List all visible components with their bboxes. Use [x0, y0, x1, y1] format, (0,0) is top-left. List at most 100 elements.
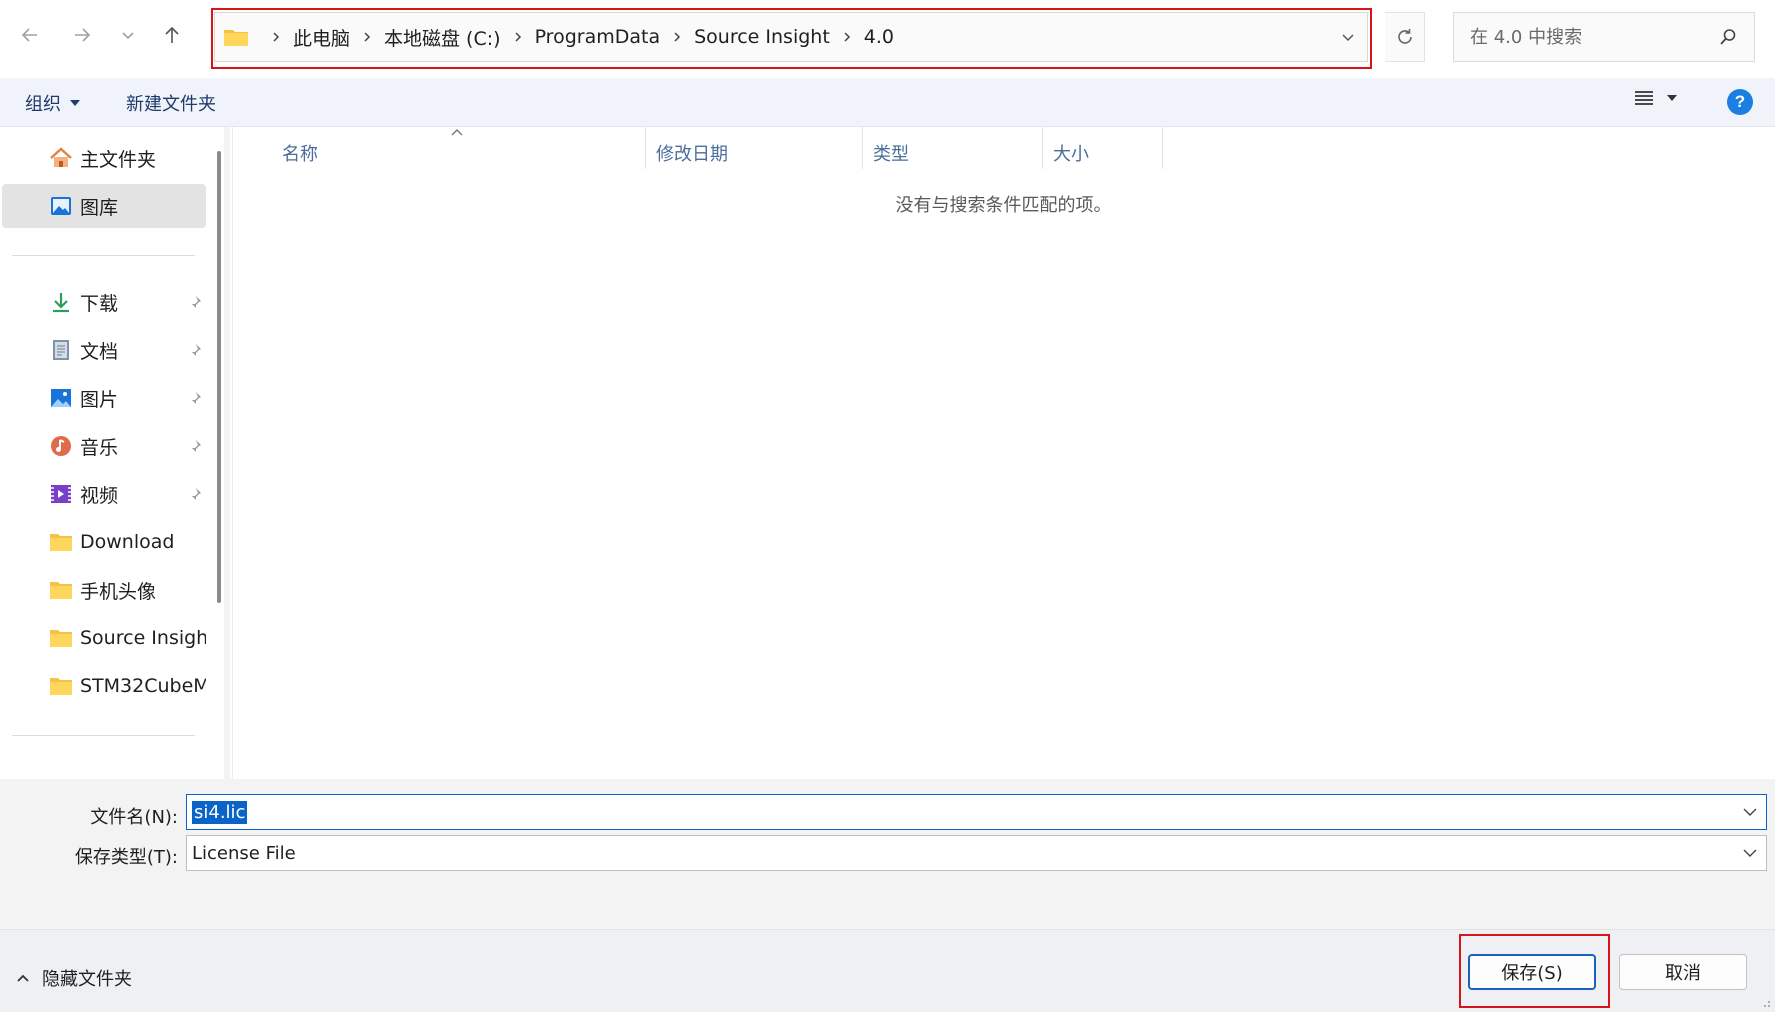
address-bar[interactable]: 此电脑 本地磁盘 (C:) ProgramData Source Insight…	[214, 12, 1368, 62]
sidebar-item-gallery[interactable]: 图库	[2, 184, 206, 228]
breadcrumb-separator	[672, 31, 682, 43]
filetype-label: 保存类型(T):	[74, 847, 178, 868]
chevron-down-icon	[122, 32, 134, 40]
filename-field[interactable]: si4.lic	[186, 794, 1767, 830]
breadcrumb-programdata[interactable]: ProgramData	[535, 26, 661, 48]
column-header-label: 名称	[282, 144, 318, 165]
caret-down-icon	[1667, 95, 1677, 101]
navigation-bar: 此电脑 本地磁盘 (C:) ProgramData Source Insight…	[0, 0, 1775, 78]
sidebar-item-label: 图库	[80, 196, 119, 219]
folder-icon	[50, 678, 72, 695]
column-header-label: 修改日期	[656, 144, 728, 165]
organize-menu[interactable]: 组织	[25, 90, 81, 116]
chevron-down-icon[interactable]	[1742, 848, 1758, 858]
sidebar-item-videos[interactable]: 视频	[2, 472, 206, 516]
file-list-pane: 名称 修改日期 类型 大小 没有与搜索条件匹配的项。	[232, 127, 1775, 779]
pane-divider	[232, 127, 233, 779]
folder-icon	[50, 534, 72, 551]
arrow-up-icon	[165, 26, 179, 43]
search-input[interactable]	[1468, 25, 1708, 49]
folder-icon	[50, 630, 72, 647]
chevron-up-icon	[17, 974, 29, 982]
sidebar-item-label: 图片	[80, 388, 119, 411]
arrow-right-icon	[75, 28, 91, 42]
pin-icon[interactable]	[188, 295, 202, 309]
column-separator[interactable]	[1162, 127, 1163, 169]
filetype-value: License File	[192, 842, 296, 864]
empty-list-message: 没有与搜索条件匹配的项。	[895, 195, 1112, 216]
sidebar-item-phone-avatar[interactable]: 手机头像	[2, 568, 206, 612]
caret-down-icon	[70, 100, 80, 106]
pin-icon[interactable]	[188, 391, 202, 405]
cancel-button[interactable]: 取消	[1619, 954, 1747, 990]
sidebar-scrollbar[interactable]	[217, 151, 221, 603]
column-header-label: 类型	[873, 144, 909, 165]
folder-icon	[224, 30, 248, 46]
music-icon	[51, 436, 71, 456]
breadcrumb-this-pc[interactable]: 此电脑	[293, 24, 350, 51]
sidebar-item-label: 视频	[80, 484, 119, 507]
sidebar-item-download-folder[interactable]: Download	[2, 520, 206, 564]
new-folder-button[interactable]: 新建文件夹	[126, 90, 216, 116]
column-header-name[interactable]: 名称	[272, 135, 672, 171]
pin-icon[interactable]	[188, 487, 202, 501]
refresh-icon	[1397, 29, 1412, 44]
sidebar-item-label: 下载	[80, 292, 119, 315]
refresh-button[interactable]	[1385, 12, 1425, 62]
save-button[interactable]: 保存(S)	[1468, 954, 1596, 990]
sidebar-divider	[12, 735, 195, 736]
sidebar-item-label: 音乐	[80, 436, 119, 459]
home-icon	[50, 147, 72, 167]
filename-value[interactable]: si4.lic	[192, 800, 248, 824]
search-icon[interactable]	[1718, 27, 1738, 47]
column-header-type[interactable]: 类型	[863, 135, 1043, 171]
sidebar-item-label: 手机头像	[80, 580, 157, 603]
sidebar-item-downloads[interactable]: 下载	[2, 280, 206, 324]
filetype-select[interactable]: License File	[186, 835, 1767, 871]
arrow-left-icon	[21, 28, 37, 42]
column-header-size[interactable]: 大小	[1043, 135, 1163, 171]
pin-icon[interactable]	[188, 343, 202, 357]
gallery-icon	[51, 197, 71, 215]
sidebar-item-home[interactable]: 主文件夹	[2, 136, 206, 180]
hide-folders-label: 隐藏文件夹	[42, 969, 132, 990]
back-button[interactable]	[16, 20, 44, 50]
breadcrumb-source-insight[interactable]: Source Insight	[694, 26, 830, 48]
pin-icon[interactable]	[188, 439, 202, 453]
sidebar-divider	[12, 255, 195, 256]
hide-folders-toggle[interactable]: 隐藏文件夹	[16, 965, 132, 991]
sidebar-item-label: Download	[80, 531, 175, 553]
forward-button[interactable]	[68, 20, 96, 50]
column-header-modified[interactable]: 修改日期	[646, 135, 862, 171]
sidebar-item-music[interactable]: 音乐	[2, 424, 206, 468]
breadcrumb-4-0[interactable]: 4.0	[864, 26, 894, 48]
dialog-footer: 隐藏文件夹 保存(S) 取消	[0, 929, 1775, 1012]
sidebar-item-label: Source Insight	[80, 627, 206, 649]
new-folder-label: 新建文件夹	[126, 94, 216, 115]
chevron-down-icon[interactable]	[1742, 807, 1758, 817]
list-view-icon	[1635, 91, 1653, 105]
sidebar-item-documents[interactable]: 文档	[2, 328, 206, 372]
sidebar-item-source-insight[interactable]: Source Insight	[2, 616, 206, 660]
help-button[interactable]: ?	[1727, 89, 1753, 115]
sidebar-item-stm32cubemx[interactable]: STM32CubeMX	[2, 664, 206, 708]
resize-grip-icon[interactable]	[1759, 996, 1771, 1008]
address-history-chevron-icon[interactable]	[1339, 28, 1357, 46]
sidebar-item-label: STM32CubeMX	[80, 675, 206, 697]
up-button[interactable]	[158, 20, 186, 50]
breadcrumb-separator	[842, 31, 852, 43]
sidebar-item-pictures[interactable]: 图片	[2, 376, 206, 420]
breadcrumb-separator	[362, 31, 372, 43]
breadcrumb-local-disk[interactable]: 本地磁盘 (C:)	[384, 24, 501, 51]
organize-label: 组织	[25, 94, 61, 115]
filename-label: 文件名(N):	[90, 807, 178, 828]
save-form: 文件名(N): si4.lic 保存类型(T): License File	[0, 779, 1775, 929]
view-options-button[interactable]	[1634, 89, 1678, 107]
pictures-icon	[51, 389, 71, 407]
breadcrumb-separator	[271, 31, 281, 43]
search-box[interactable]	[1453, 12, 1755, 62]
video-icon	[51, 485, 71, 503]
recent-locations-button[interactable]	[114, 20, 142, 50]
command-bar: 组织 新建文件夹 ?	[0, 78, 1775, 127]
folder-icon	[50, 582, 72, 599]
